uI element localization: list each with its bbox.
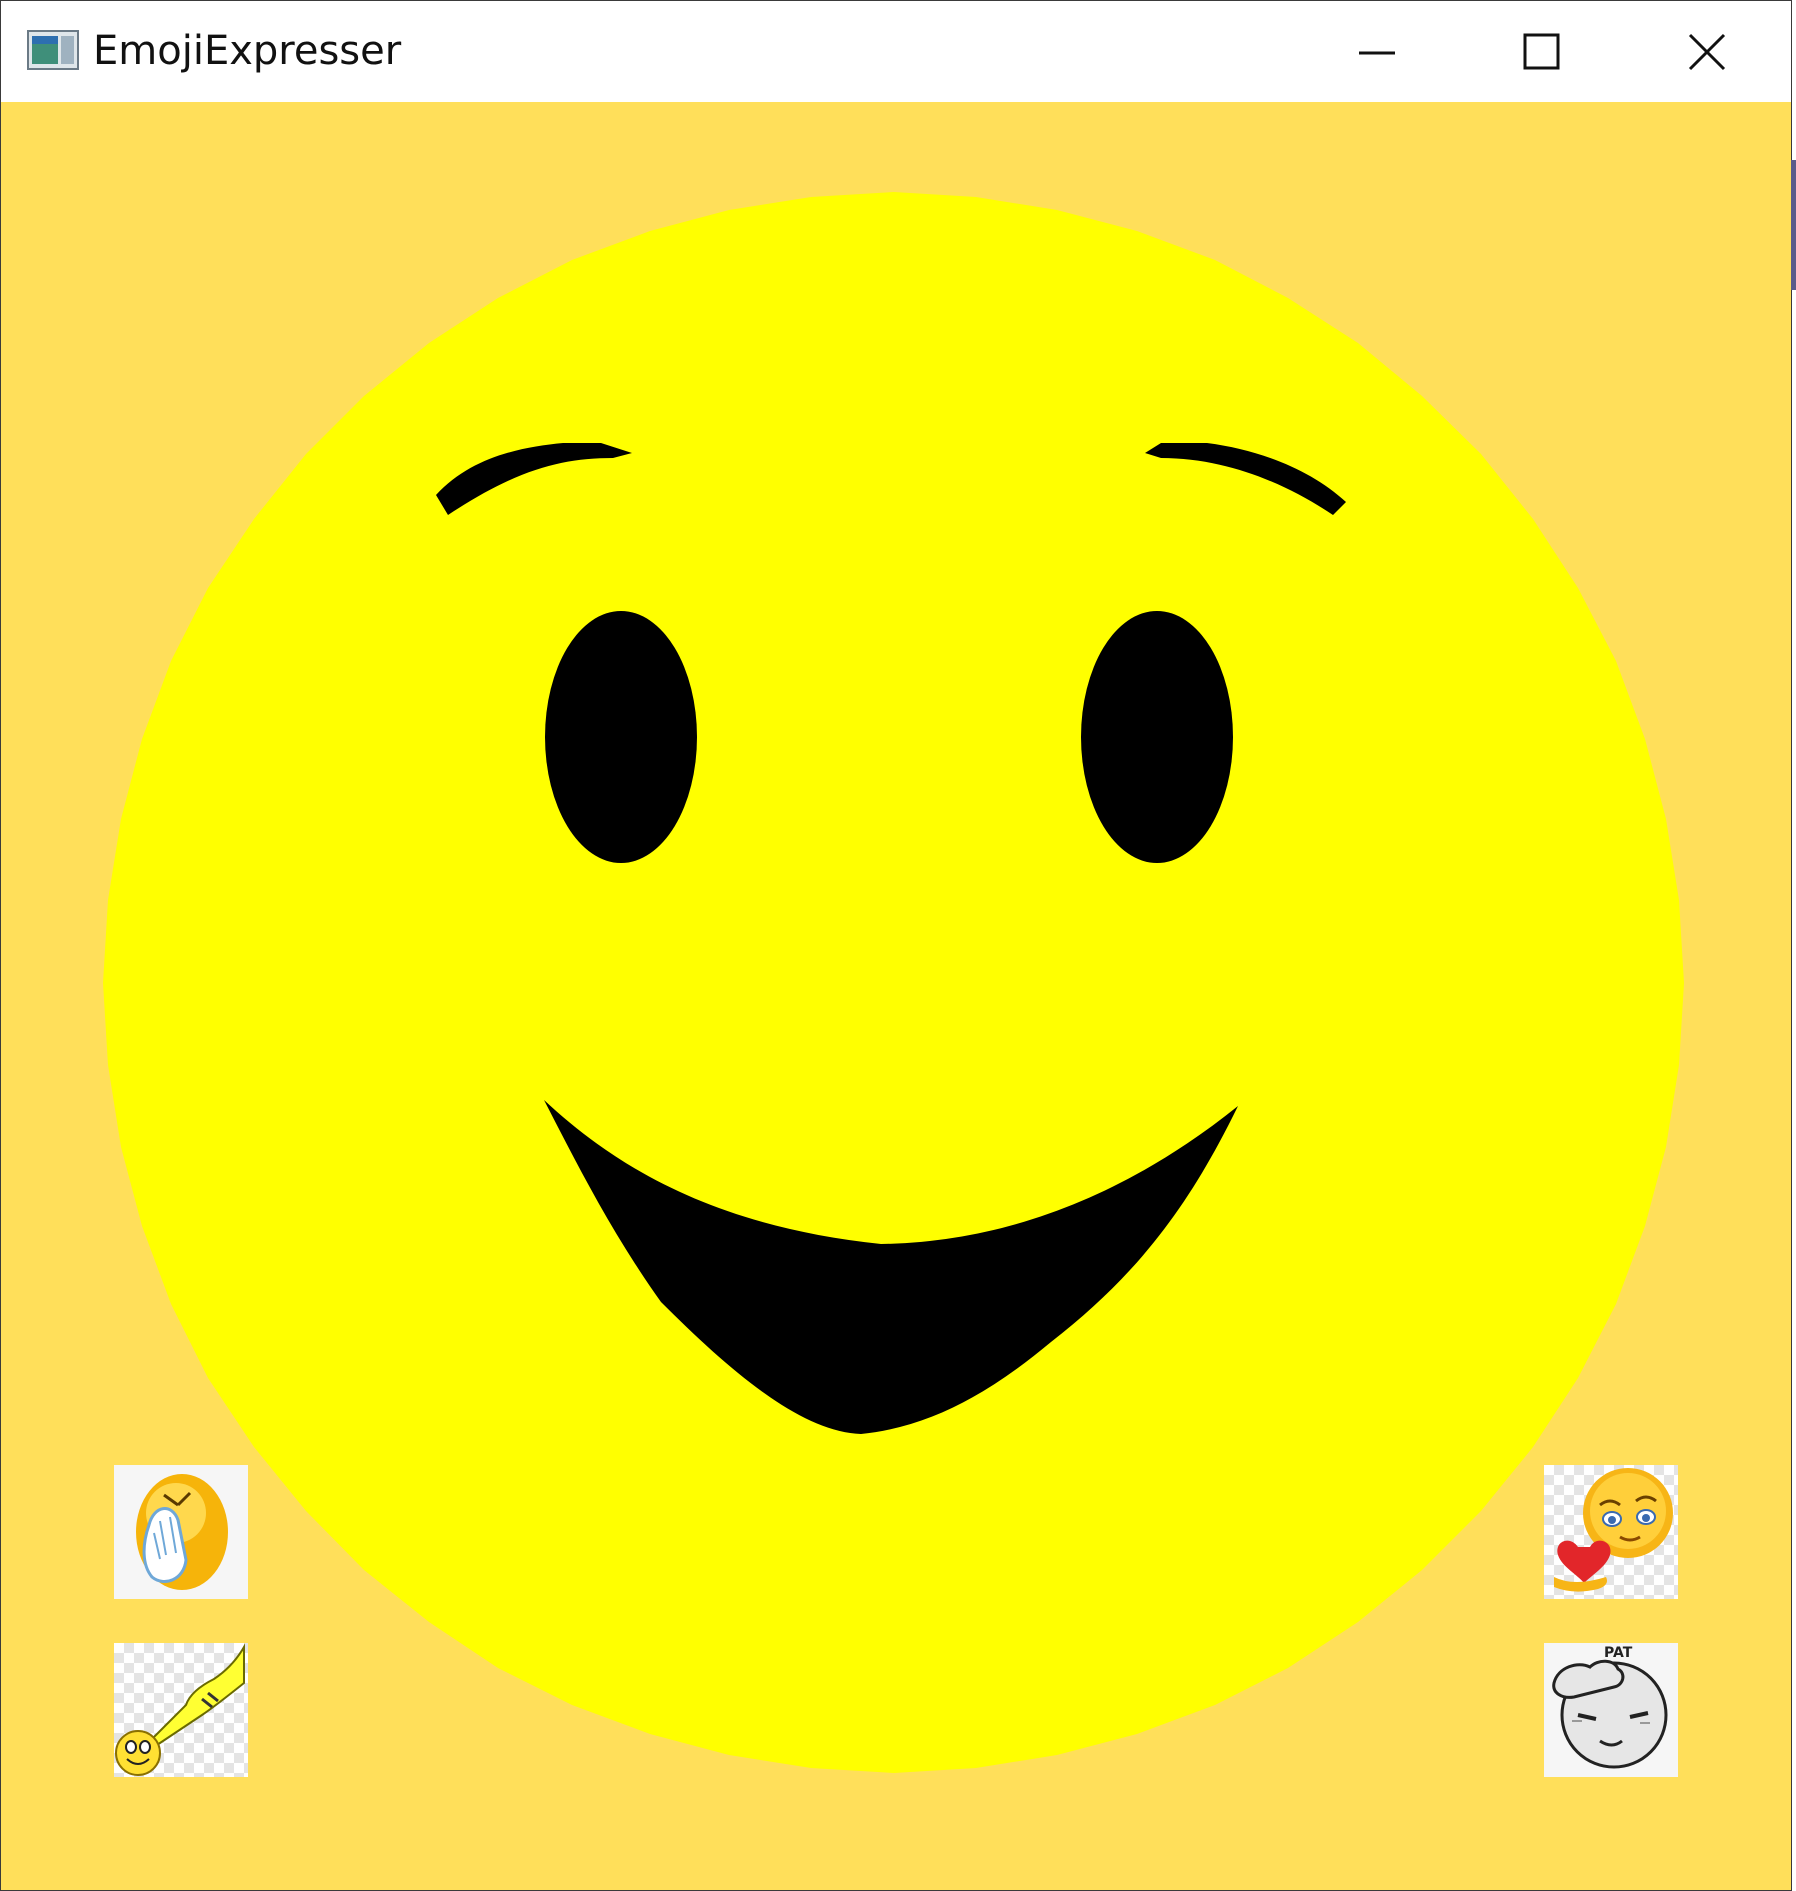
- smiley-face: [103, 192, 1684, 1773]
- love-emoji-button[interactable]: [1544, 1465, 1678, 1599]
- window-title: EmojiExpresser: [93, 28, 402, 74]
- emoji-canvas: PAT: [1, 102, 1791, 1890]
- pat-label: PAT: [1604, 1645, 1633, 1661]
- app-window: EmojiExpresser PAT: [0, 0, 1792, 1891]
- maximize-button[interactable]: [1459, 1, 1624, 102]
- facepalm-emoji-button[interactable]: [114, 1465, 248, 1599]
- pointing-hand-emoji-icon: [115, 1643, 245, 1776]
- close-button[interactable]: [1624, 1, 1789, 102]
- face-circle: [103, 192, 1684, 1773]
- left-eye: [545, 611, 697, 863]
- maximize-icon: [1523, 33, 1559, 69]
- title-bar[interactable]: EmojiExpresser: [1, 1, 1791, 102]
- minimize-button[interactable]: [1294, 1, 1459, 102]
- close-icon: [1688, 33, 1725, 70]
- pat-emoji-button[interactable]: PAT: [1544, 1643, 1678, 1777]
- point-emoji-button[interactable]: [114, 1643, 248, 1777]
- right-eye: [1081, 611, 1233, 863]
- facepalm-emoji-icon: [136, 1474, 228, 1590]
- head-pat-emoji-icon: PAT: [1552, 1645, 1668, 1769]
- minimize-icon: [1358, 51, 1395, 54]
- app-window-icon: [27, 30, 79, 70]
- background-window-edge: [1791, 160, 1796, 290]
- heart-emoji-icon: [1554, 1468, 1673, 1592]
